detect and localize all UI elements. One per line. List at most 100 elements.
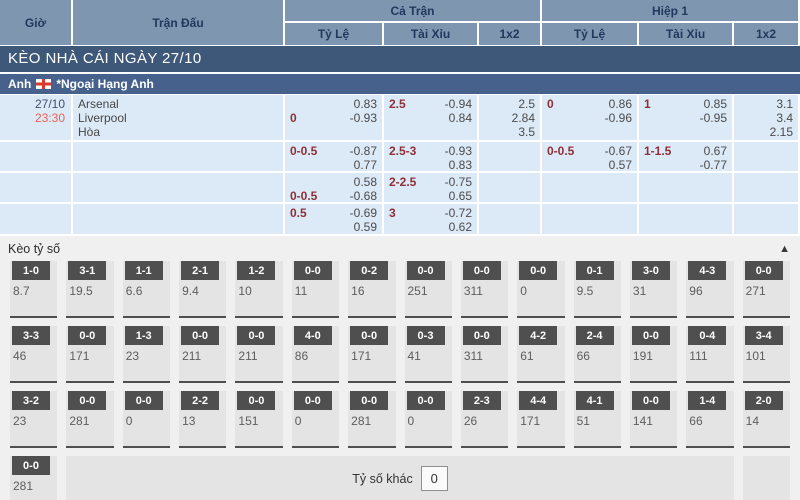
h1-hdp-cell[interactable] bbox=[542, 204, 637, 234]
ft-ou-cell[interactable]: 2.5-0.940.84 bbox=[384, 95, 477, 140]
odds-line: 0-0.5-0.68 bbox=[285, 189, 382, 203]
score-cell[interactable]: 0-0 281 bbox=[10, 456, 57, 500]
score-label: 0-0 bbox=[407, 261, 445, 280]
score-label: 0-0 bbox=[294, 391, 332, 410]
score-cell[interactable]: 2-213 bbox=[179, 391, 226, 448]
ft-1x2-cell[interactable] bbox=[479, 142, 540, 171]
odds-value: -0.95 bbox=[700, 111, 727, 125]
score-cell[interactable]: 0-0211 bbox=[179, 326, 226, 383]
odds-value: -0.96 bbox=[605, 111, 632, 125]
league-bar[interactable]: Anh *Ngoại Hạng Anh bbox=[0, 74, 800, 94]
odds-value: 0.67 bbox=[704, 144, 727, 158]
score-cell[interactable]: 1-16.6 bbox=[123, 261, 170, 318]
ft-ou-cell[interactable]: 3-0.720.62 bbox=[384, 204, 477, 234]
ft-hdp-cell[interactable]: 0.830-0.93 bbox=[285, 95, 382, 140]
score-cell[interactable]: 4-086 bbox=[292, 326, 339, 383]
score-cell[interactable]: 3-346 bbox=[10, 326, 57, 383]
ft-hdp-cell[interactable]: 0.5-0.690.59 bbox=[285, 204, 382, 234]
h1-hdp-cell[interactable] bbox=[542, 173, 637, 202]
score-cell[interactable]: 0-0171 bbox=[66, 326, 113, 383]
score-label: 0-0 bbox=[237, 326, 275, 345]
ft-ou-cell[interactable]: 2.5-3-0.930.83 bbox=[384, 142, 477, 171]
score-cell[interactable]: 0-011 bbox=[292, 261, 339, 318]
other-score-input[interactable] bbox=[421, 466, 448, 491]
score-cell[interactable]: 0-0311 bbox=[461, 326, 508, 383]
odds-body: 27/1023:30ArsenalLiverpoolHòa0.830-0.932… bbox=[0, 95, 800, 234]
score-cell[interactable]: 3-031 bbox=[630, 261, 677, 318]
score-cell[interactable]: 0-0211 bbox=[235, 326, 282, 383]
score-odds: 0 bbox=[292, 410, 339, 428]
score-odds: 141 bbox=[630, 410, 677, 428]
handicap-value: 0.5 bbox=[290, 206, 307, 220]
score-cell[interactable]: 4-396 bbox=[686, 261, 733, 318]
score-cell[interactable]: 1-08.7 bbox=[10, 261, 57, 318]
score-cell[interactable]: 0-0311 bbox=[461, 261, 508, 318]
score-cell[interactable]: 0-00 bbox=[292, 391, 339, 448]
h1-1x2-cell[interactable] bbox=[734, 142, 798, 171]
score-cell[interactable]: 0-19.5 bbox=[574, 261, 621, 318]
ft-1x2-cell[interactable] bbox=[479, 204, 540, 234]
h1-ou-cell[interactable]: 1-1.50.67-0.77 bbox=[639, 142, 732, 171]
score-section-header: Kèo tỷ số ▲ bbox=[0, 236, 800, 261]
score-cell[interactable]: 4-4171 bbox=[517, 391, 564, 448]
score-cell[interactable]: 0-00 bbox=[517, 261, 564, 318]
score-label: 4-3 bbox=[688, 261, 726, 280]
odds-line: 0.77 bbox=[285, 158, 382, 172]
odds-value: -0.68 bbox=[350, 189, 377, 203]
score-cell[interactable]: 1-323 bbox=[123, 326, 170, 383]
score-odds: 66 bbox=[574, 345, 621, 363]
score-cell[interactable]: 0-216 bbox=[348, 261, 395, 318]
ft-hdp-cell[interactable]: 0.580-0.5-0.68 bbox=[285, 173, 382, 202]
score-cell[interactable]: 3-4101 bbox=[743, 326, 790, 383]
score-odds: 0 bbox=[123, 410, 170, 428]
score-cell[interactable]: 0-0251 bbox=[405, 261, 452, 318]
score-cell[interactable]: 2-326 bbox=[461, 391, 508, 448]
ft-hdp-cell[interactable]: 0-0.5-0.870.77 bbox=[285, 142, 382, 171]
handicap-value: 1 bbox=[644, 97, 651, 111]
odd-1x2-value: 3.1 bbox=[734, 97, 798, 111]
score-cell[interactable]: 0-0191 bbox=[630, 326, 677, 383]
score-cell[interactable]: 2-466 bbox=[574, 326, 621, 383]
score-cell[interactable]: 2-19.4 bbox=[179, 261, 226, 318]
score-cell[interactable]: 0-0141 bbox=[630, 391, 677, 448]
score-label: 1-2 bbox=[237, 261, 275, 280]
score-cell[interactable]: 4-151 bbox=[574, 391, 621, 448]
h1-ou-cell[interactable] bbox=[639, 204, 732, 234]
score-cell[interactable]: 1-466 bbox=[686, 391, 733, 448]
score-odds: 8.7 bbox=[10, 280, 57, 298]
score-cell[interactable]: 0-341 bbox=[405, 326, 452, 383]
score-cell[interactable]: 0-0271 bbox=[743, 261, 790, 318]
ft-1x2-cell[interactable] bbox=[479, 173, 540, 202]
score-cell[interactable]: 0-0171 bbox=[348, 326, 395, 383]
score-cell[interactable]: 3-119.5 bbox=[66, 261, 113, 318]
score-cell[interactable]: 0-00 bbox=[123, 391, 170, 448]
score-cell[interactable]: 0-4111 bbox=[686, 326, 733, 383]
h1-hdp-cell[interactable]: 00.86-0.96 bbox=[542, 95, 637, 140]
score-label: 4-0 bbox=[294, 326, 332, 345]
score-cell[interactable]: 0-00 bbox=[405, 391, 452, 448]
collapse-arrow-icon[interactable]: ▲ bbox=[779, 243, 790, 255]
col-header-h1-overunder: Tài Xỉu bbox=[639, 23, 732, 45]
h1-1x2-cell[interactable] bbox=[734, 173, 798, 202]
h1-ou-cell[interactable] bbox=[639, 173, 732, 202]
score-label: 1-0 bbox=[12, 261, 50, 280]
score-cell[interactable]: 1-210 bbox=[235, 261, 282, 318]
ft-ou-cell[interactable]: 2-2.5-0.750.65 bbox=[384, 173, 477, 202]
ft-1x2-cell[interactable]: 2.52.843.5 bbox=[479, 95, 540, 140]
score-label: 2-0 bbox=[745, 391, 783, 410]
score-cell[interactable]: 2-014 bbox=[743, 391, 790, 448]
h1-ou-cell[interactable]: 10.85-0.95 bbox=[639, 95, 732, 140]
score-cell[interactable]: 3-223 bbox=[10, 391, 57, 448]
h1-hdp-cell[interactable]: 0-0.5-0.670.57 bbox=[542, 142, 637, 171]
odd-1x2-value: 3.5 bbox=[479, 125, 540, 139]
score-cell[interactable]: 0-0281 bbox=[348, 391, 395, 448]
h1-1x2-cell[interactable]: 3.13.42.15 bbox=[734, 95, 798, 140]
score-label: 2-3 bbox=[463, 391, 501, 410]
score-cell[interactable]: 4-261 bbox=[517, 326, 564, 383]
h1-1x2-cell[interactable] bbox=[734, 204, 798, 234]
score-cell[interactable]: 0-0281 bbox=[66, 391, 113, 448]
col-group-first-half: Hiệp 1 bbox=[542, 0, 798, 21]
time-cell bbox=[0, 204, 71, 234]
score-cell[interactable]: 0-0151 bbox=[235, 391, 282, 448]
score-odds: 13 bbox=[179, 410, 226, 428]
